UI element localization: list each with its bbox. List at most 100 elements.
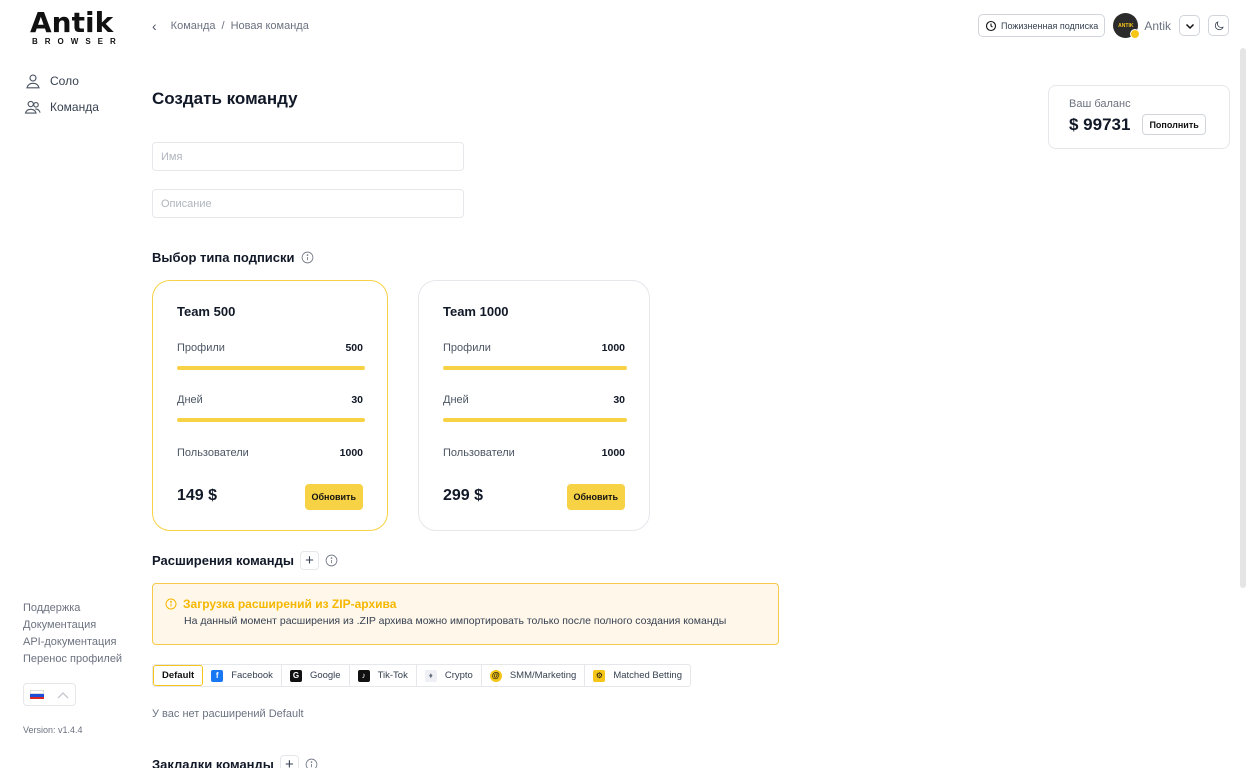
users-value: 1000: [339, 447, 363, 459]
user-menu-button[interactable]: [1179, 15, 1200, 36]
plan-profiles-row: Профили 500: [177, 342, 363, 354]
topup-button[interactable]: Пополнить: [1142, 114, 1206, 135]
tab-matched-betting[interactable]: ⚙ Matched Betting: [585, 665, 690, 686]
extension-tabs: Default f Facebook G Google ♪ Tik-Tok ♦ …: [152, 664, 691, 687]
sidebar-item-label: Соло: [50, 74, 79, 88]
theme-toggle-button[interactable]: [1208, 15, 1229, 36]
extensions-title: Расширения команды: [152, 553, 294, 568]
name-input[interactable]: [152, 142, 464, 171]
tab-default[interactable]: Default: [153, 665, 204, 686]
plan-days-row: Дней 30: [177, 394, 363, 406]
breadcrumb: ‹ Команда / Новая команда: [152, 18, 309, 34]
profiles-label: Профили: [177, 342, 225, 354]
profiles-bar: [177, 366, 365, 370]
support-link[interactable]: Поддержка: [23, 600, 122, 617]
tab-label: SMM/Marketing: [509, 670, 577, 681]
days-value: 30: [351, 394, 363, 406]
logo[interactable]: Antik BROWSER: [30, 6, 123, 47]
sidebar-links: Поддержка Документация API-документация …: [23, 600, 122, 668]
moon-icon: [1214, 20, 1224, 30]
lifetime-subscription-label: Пожизненная подписка: [1000, 20, 1099, 31]
plan-price: 149 $: [177, 487, 218, 504]
flag-ru-icon: [30, 690, 44, 699]
alert-title: Загрузка расширений из ZIP-архива: [183, 597, 397, 611]
back-chevron-icon[interactable]: ‹: [152, 18, 157, 34]
logo-text: Antik: [30, 6, 114, 39]
side-nav: Соло Команда: [24, 70, 99, 122]
lifetime-subscription-button[interactable]: Пожизненная подписка: [977, 14, 1106, 37]
zip-alert: Загрузка расширений из ZIP-архива На дан…: [152, 583, 779, 645]
page-title: Создать команду: [152, 89, 298, 108]
tab-label: Matched Betting: [613, 670, 682, 681]
subscription-title: Выбор типа подписки: [152, 250, 295, 265]
days-bar: [443, 418, 627, 422]
upgrade-button[interactable]: Обновить: [304, 484, 363, 510]
at-sign-icon: @: [489, 669, 502, 682]
profiles-label: Профили: [443, 342, 491, 354]
description-input[interactable]: [152, 189, 464, 218]
breadcrumb-parent[interactable]: Команда: [171, 20, 216, 32]
profile-transfer-link[interactable]: Перенос профилей: [23, 651, 122, 668]
logo-subtext: BROWSER: [32, 37, 123, 46]
sidebar-item-solo[interactable]: Соло: [24, 70, 99, 92]
add-bookmark-button[interactable]: +: [279, 755, 299, 768]
language-select[interactable]: [23, 683, 76, 706]
extensions-section-title: Расширения команды +: [152, 551, 338, 570]
empty-extensions-text: У вас нет расширений Default: [152, 708, 304, 720]
info-icon: [165, 598, 177, 610]
chevron-up-icon: [57, 691, 69, 698]
upgrade-button[interactable]: Обновить: [566, 484, 625, 510]
sidebar-item-label: Команда: [50, 100, 99, 114]
username[interactable]: Antik: [1144, 19, 1171, 33]
user-icon: [26, 74, 40, 89]
tab-label: Crypto: [444, 670, 473, 681]
clock-icon: [985, 20, 997, 31]
alert-text: На данный момент расширения из .ZIP архи…: [184, 615, 727, 627]
plan-price: 299 $: [443, 487, 484, 504]
plan-card-team-500[interactable]: Team 500 Профили 500 Дней 30 Пользовател…: [152, 280, 388, 531]
header-actions: Пожизненная подписка ANTIK Antik: [977, 13, 1229, 39]
tab-tiktok[interactable]: ♪ Tik-Tok: [350, 665, 417, 686]
avatar[interactable]: ANTIK: [1113, 13, 1141, 39]
add-extension-button[interactable]: +: [299, 551, 319, 570]
sidebar: Antik BROWSER Соло Команда Поддержка Док…: [0, 0, 130, 768]
balance-value: $ 99731: [1069, 114, 1131, 134]
plan-users-row: Пользователи 1000: [177, 447, 363, 459]
balance-label: Ваш баланс: [1069, 98, 1131, 110]
users-label: Пользователи: [177, 447, 249, 459]
crown-badge-icon: [1130, 29, 1141, 39]
tab-facebook[interactable]: f Facebook: [203, 665, 282, 686]
plan-card-team-1000[interactable]: Team 1000 Профили 1000 Дней 30 Пользоват…: [418, 280, 650, 531]
days-value: 30: [613, 394, 625, 406]
tab-label: Google: [309, 670, 341, 681]
facebook-icon: f: [211, 669, 224, 682]
version-label: Version: v1.4.4: [23, 725, 83, 735]
plan-name: Team 1000: [443, 304, 509, 319]
users-icon: [24, 100, 41, 114]
tab-google[interactable]: G Google: [282, 665, 350, 686]
tab-smm-marketing[interactable]: @ SMM/Marketing: [482, 665, 586, 686]
days-bar: [177, 418, 365, 422]
breadcrumb-current: Новая команда: [230, 20, 309, 32]
bookmarks-title: Закладки команды: [152, 757, 274, 768]
days-label: Дней: [177, 394, 203, 406]
users-label: Пользователи: [443, 447, 515, 459]
docs-link[interactable]: Документация: [23, 617, 122, 634]
info-icon[interactable]: [325, 554, 338, 567]
plan-users-row: Пользователи 1000: [443, 447, 625, 459]
google-icon: G: [289, 669, 302, 682]
info-icon[interactable]: [305, 758, 318, 768]
days-label: Дней: [443, 394, 469, 406]
profiles-value: 1000: [601, 342, 625, 354]
scrollbar[interactable]: [1240, 48, 1246, 588]
tiktok-icon: ♪: [357, 669, 370, 682]
plan-name: Team 500: [177, 304, 236, 319]
sidebar-item-team[interactable]: Команда: [24, 96, 99, 118]
tab-crypto[interactable]: ♦ Crypto: [417, 665, 482, 686]
avatar-logo-icon: ANTIK: [1118, 22, 1134, 29]
tab-label: Facebook: [231, 670, 273, 681]
api-docs-link[interactable]: API-документация: [23, 634, 122, 651]
plan-days-row: Дней 30: [443, 394, 625, 406]
chevron-down-icon: [1185, 23, 1194, 29]
info-icon[interactable]: [301, 251, 314, 264]
